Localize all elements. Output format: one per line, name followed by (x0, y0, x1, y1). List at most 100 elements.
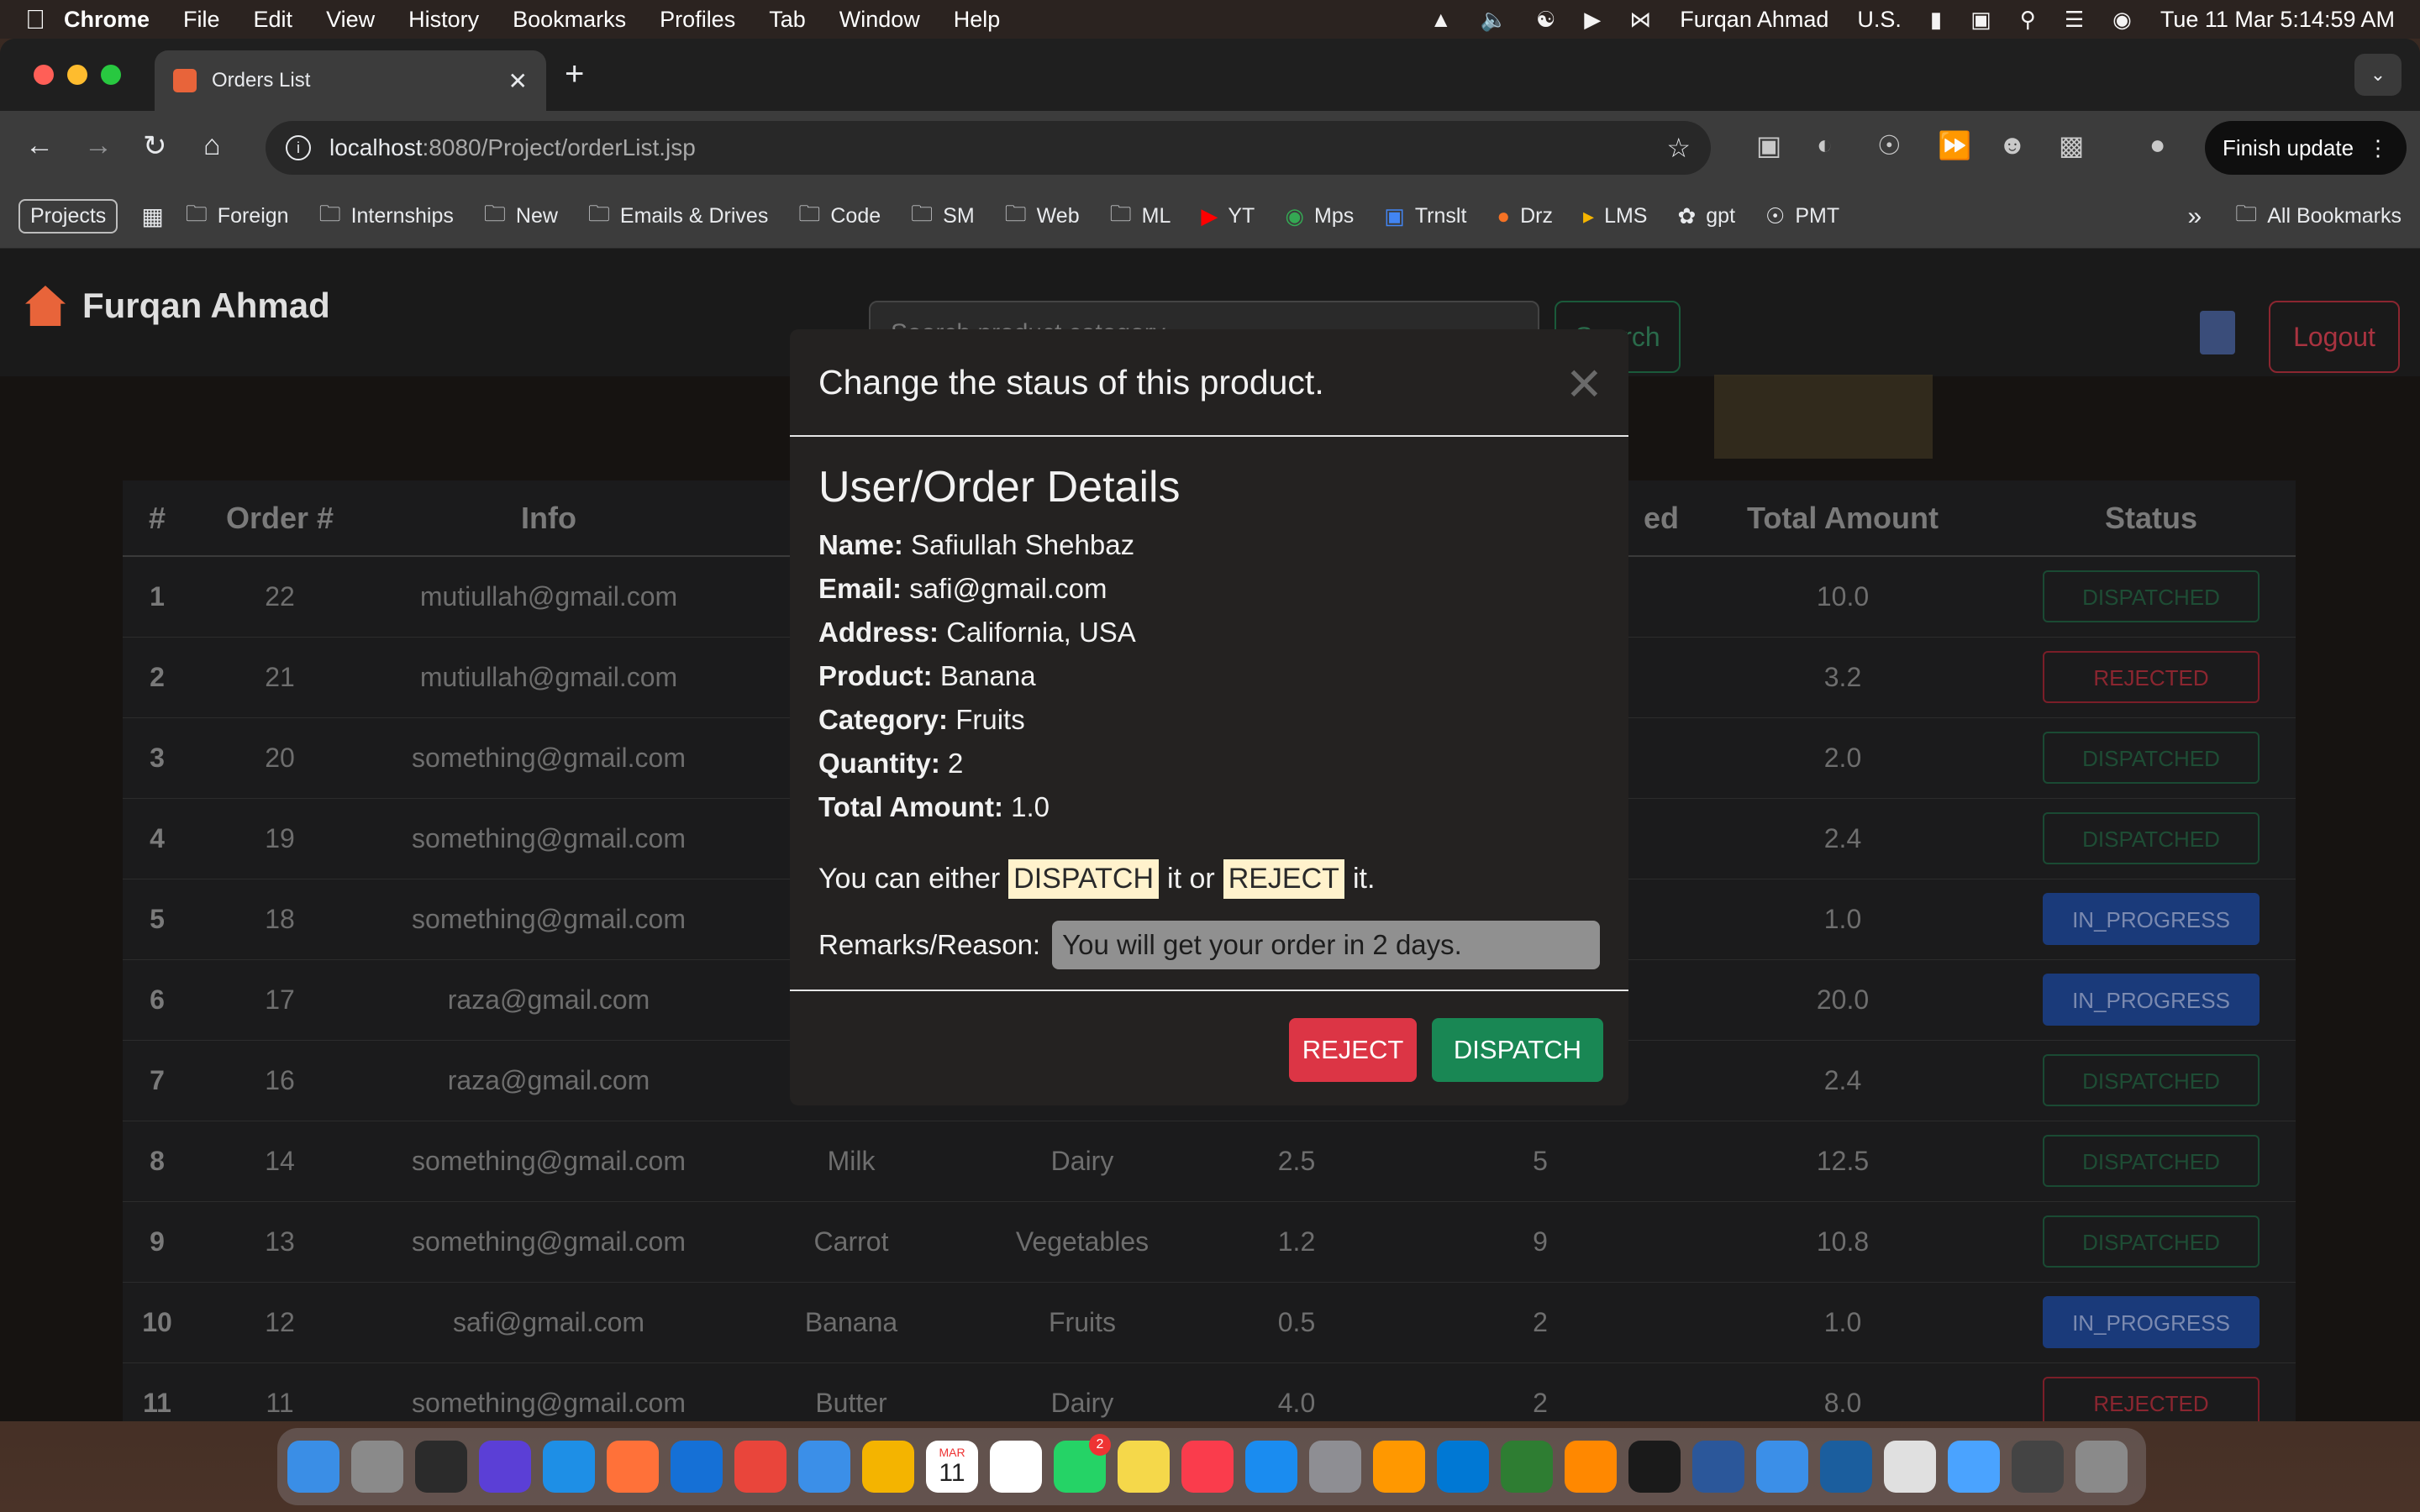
status-badge[interactable]: IN_PROGRESS (2043, 974, 2260, 1026)
arc-icon[interactable] (479, 1441, 531, 1493)
trash-icon[interactable] (2075, 1441, 2128, 1493)
bookmark-star-icon[interactable]: ☆ (1666, 132, 1691, 164)
screen-icon[interactable] (2012, 1441, 2064, 1493)
music-icon[interactable] (1181, 1441, 1234, 1493)
menu-bookmarks[interactable]: Bookmarks (513, 7, 626, 33)
menu-view[interactable]: View (326, 7, 375, 33)
play-icon[interactable]: ▶ (1584, 7, 1601, 33)
terminal-icon[interactable] (1628, 1441, 1681, 1493)
menu-history[interactable]: History (408, 7, 479, 33)
minimize-window-button[interactable] (67, 65, 87, 85)
bookmark-link[interactable]: ▶ YT (1201, 203, 1255, 229)
vlc-status-icon[interactable]: ▲ (1430, 7, 1452, 33)
menubar-user[interactable]: Furqan Ahmad (1680, 7, 1828, 33)
photos-icon[interactable] (862, 1441, 914, 1493)
menu-file[interactable]: File (183, 7, 220, 33)
menu-edit[interactable]: Edit (254, 7, 293, 33)
forward-icon[interactable]: → (84, 129, 113, 162)
screen-mirroring-icon[interactable]: ▣ (1970, 7, 1991, 33)
notes-icon[interactable] (1118, 1441, 1170, 1493)
classroom-icon[interactable] (1501, 1441, 1553, 1493)
sublime-icon[interactable] (1373, 1441, 1425, 1493)
safari-icon[interactable] (543, 1441, 595, 1493)
finish-update-button[interactable]: Finish update ⋮ (2205, 121, 2407, 175)
extension-icon[interactable]: ◐ (1817, 129, 1833, 160)
battery-icon[interactable]: ▮ (1930, 7, 1942, 33)
input-source[interactable]: U.S. (1857, 7, 1902, 33)
bookmark-link[interactable]: ▣ Trnslt (1384, 203, 1466, 229)
dispatch-button[interactable]: DISPATCH (1432, 1018, 1603, 1082)
folder-icon[interactable] (1948, 1441, 2000, 1493)
reject-button[interactable]: REJECT (1289, 1018, 1417, 1082)
back-icon[interactable]: ← (25, 129, 54, 162)
apps-grid-icon[interactable]: ▦ (141, 202, 163, 230)
avatar-extension-icon[interactable]: ☻ (1998, 129, 2027, 160)
status-badge[interactable]: IN_PROGRESS (2043, 1296, 2260, 1348)
bookmark-link[interactable]: ◉ Mps (1285, 203, 1354, 229)
word-icon[interactable] (1692, 1441, 1744, 1493)
menu-tab[interactable]: Tab (769, 7, 806, 33)
site-brand[interactable]: Furqan Ahmad (25, 286, 330, 326)
close-tab-icon[interactable]: ✕ (508, 67, 528, 95)
bookmark-folder[interactable]: 🗀 SM (911, 198, 975, 235)
fast-forward-extension-icon[interactable]: ⏩ (1938, 129, 1971, 161)
bookmark-folder[interactable]: 🗀 Internships (319, 198, 454, 235)
bookmark-projects[interactable]: Projects (18, 199, 118, 234)
wireshark-icon[interactable] (1820, 1441, 1872, 1493)
tab-search-chevron-icon[interactable]: ⌄ (2354, 54, 2402, 96)
chrome-icon[interactable] (734, 1441, 786, 1493)
launchpad-icon[interactable] (351, 1441, 403, 1493)
mail-icon[interactable] (798, 1441, 850, 1493)
bookmark-folder[interactable]: 🗀 Emails & Drives (588, 198, 768, 235)
menu-app-name[interactable]: Chrome (64, 7, 150, 33)
profile-avatar[interactable]: ● (2149, 129, 2165, 160)
extensions-puzzle-icon[interactable]: ▩ (2059, 129, 2084, 161)
bluetooth-off-icon[interactable]: ⋈ (1629, 7, 1651, 33)
firefox-icon[interactable] (607, 1441, 659, 1493)
menu-help[interactable]: Help (954, 7, 1001, 33)
status-badge[interactable]: DISPATCHED (2043, 570, 2260, 623)
search-icon[interactable]: ⚲ (2020, 7, 2036, 33)
vlc-icon[interactable] (1565, 1441, 1617, 1493)
status-badge[interactable]: DISPATCHED (2043, 1135, 2260, 1187)
kebab-menu-icon[interactable]: ⋮ (2367, 135, 2389, 161)
vscode-icon[interactable] (1437, 1441, 1489, 1493)
bookmark-folder[interactable]: 🗀 ML (1110, 198, 1171, 235)
address-bar[interactable]: i localhost :8080/Project/orderList.jsp … (266, 121, 1711, 175)
settings-icon[interactable] (1309, 1441, 1361, 1493)
bookmark-link[interactable]: ▸ LMS (1583, 203, 1647, 229)
menu-window[interactable]: Window (839, 7, 920, 33)
bookmark-link[interactable]: ✿ gpt (1677, 203, 1735, 229)
site-info-icon[interactable]: i (286, 135, 311, 160)
more-bookmarks-chevron-icon[interactable]: » (2188, 202, 2202, 231)
orders-list-icon[interactable] (2200, 311, 2235, 354)
accessibility-icon[interactable]: ☯ (1536, 7, 1555, 33)
tab-orders-list[interactable]: Orders List ✕ (155, 50, 546, 111)
status-badge[interactable]: DISPATCHED (2043, 1215, 2260, 1268)
close-icon[interactable]: ✕ (1565, 358, 1603, 411)
reload-icon[interactable]: ↻ (143, 129, 167, 163)
bookmark-link[interactable]: ● Drz (1497, 203, 1553, 229)
siri-icon[interactable]: ◉ (2112, 7, 2132, 33)
globe-extension-icon[interactable]: ☉ (1877, 129, 1902, 161)
home-icon[interactable]: ⌂ (203, 129, 221, 162)
menubar-clock[interactable]: Tue 11 Mar 5:14:59 AM (2160, 7, 2395, 33)
screenshot-extension-icon[interactable]: ▣ (1756, 129, 1781, 161)
all-bookmarks[interactable]: 🗀 All Bookmarks (2235, 198, 2402, 235)
volume-icon[interactable]: 🔈 (1481, 7, 1507, 33)
apple-icon[interactable]:  (25, 4, 64, 35)
status-badge[interactable]: IN_PROGRESS (2043, 893, 2260, 945)
status-badge[interactable]: REJECTED (2043, 1377, 2260, 1421)
edge-icon[interactable] (671, 1441, 723, 1493)
archive-icon[interactable] (1884, 1441, 1936, 1493)
whatsapp-icon[interactable]: 2 (1054, 1434, 1111, 1493)
logout-button[interactable]: Logout (2269, 301, 2400, 373)
status-badge[interactable]: DISPATCHED (2043, 732, 2260, 784)
menu-profiles[interactable]: Profiles (660, 7, 735, 33)
bookmark-folder[interactable]: 🗀 Code (798, 198, 881, 235)
github-icon[interactable] (415, 1441, 467, 1493)
bookmark-folder[interactable]: 🗀 Web (1005, 198, 1080, 235)
status-badge[interactable]: REJECTED (2043, 651, 2260, 703)
remarks-input[interactable] (1052, 921, 1600, 969)
bookmark-folder[interactable]: 🗀 New (484, 198, 558, 235)
